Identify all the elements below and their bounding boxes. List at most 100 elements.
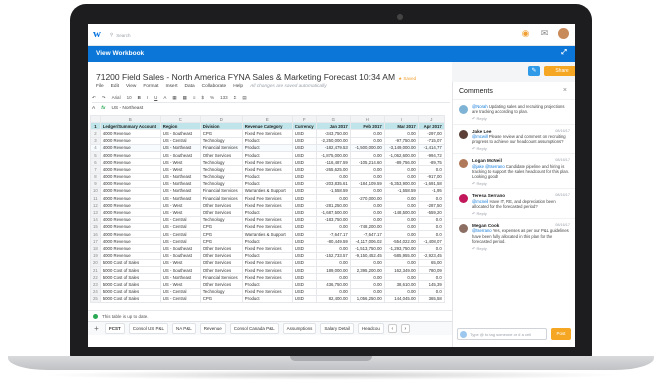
field-header-cell[interactable]: Revenue Category (241, 122, 293, 131)
table-cell[interactable]: Product (241, 179, 293, 188)
close-icon[interactable]: × (563, 87, 567, 94)
table-cell[interactable]: 780,09 (417, 265, 445, 275)
table-cell[interactable]: Fixed Fee Services (241, 215, 293, 224)
table-cell[interactable]: -1,500,000.00 (349, 143, 385, 152)
row-number[interactable]: 6 (90, 158, 101, 167)
reply-link[interactable]: ↶ Reply (472, 116, 570, 121)
document-title[interactable]: 71200 Field Sales - North America FYNA S… (96, 72, 416, 82)
table-cell[interactable]: 5000 Cost of Sales (99, 280, 161, 289)
commenter-avatar[interactable] (459, 105, 468, 114)
table-cell[interactable]: Fixed Fee Services (241, 244, 293, 253)
row-number[interactable]: 19 (90, 251, 101, 260)
table-cell[interactable]: US - Northeast (159, 179, 201, 188)
row-number[interactable]: 10 (90, 186, 101, 196)
column-letter[interactable]: D (199, 114, 243, 124)
workday-logo[interactable]: w (93, 28, 105, 41)
table-cell[interactable]: 365,58 (417, 294, 445, 303)
table-cell[interactable]: -1,687,500.00 (315, 208, 351, 217)
row-number[interactable]: 21 (90, 265, 101, 275)
table-cell[interactable]: Other Services (199, 251, 243, 260)
table-cell[interactable]: Product (241, 136, 293, 145)
table-cell[interactable]: Product (241, 143, 293, 152)
field-header-cell[interactable]: Jan 2017 (315, 122, 351, 131)
table-cell[interactable]: Fixed Fee Services (241, 194, 293, 203)
table-cell[interactable]: 4000 Revenue (99, 143, 161, 152)
reply-link[interactable]: ↶ Reply (472, 246, 570, 251)
font-select[interactable]: Arial (112, 95, 121, 100)
row-number[interactable]: 11 (90, 194, 101, 203)
table-cell[interactable]: Fixed Fee Services (241, 265, 293, 275)
zoom-select[interactable]: 133 (220, 95, 228, 100)
expand-icon[interactable]: ⤢ (561, 49, 567, 57)
table-cell[interactable]: US - West (159, 201, 201, 210)
table-cell[interactable]: 0.00 (349, 129, 385, 138)
table-cell[interactable]: USD (291, 172, 317, 181)
table-cell[interactable]: 4000 Revenue (99, 251, 161, 260)
table-cell[interactable]: Product (241, 208, 293, 217)
table-cell[interactable]: 0.00 (349, 215, 385, 224)
table-cell[interactable]: -281,250.00 (315, 201, 351, 210)
table-cell[interactable]: Technology (199, 287, 243, 296)
sheet-tab-consol-canada[interactable]: Consol Canada P&L (229, 323, 279, 334)
table-cell[interactable]: 0.00 (383, 201, 419, 210)
table-cell[interactable]: 4000 Revenue (99, 237, 161, 246)
formula-input[interactable]: US - Northeast (111, 106, 143, 111)
table-cell[interactable]: -182,479.53 (315, 143, 351, 152)
table-cell[interactable]: 145,39 (417, 280, 445, 289)
table-cell[interactable]: US - West (159, 280, 201, 289)
table-cell[interactable]: 4000 Revenue (99, 158, 161, 167)
table-cell[interactable]: US - Northeast (159, 273, 201, 282)
table-cell[interactable]: Other Services (199, 280, 243, 289)
table-cell[interactable]: -148,500.00 (383, 208, 419, 217)
sheet-tab-assumptions[interactable]: Assumptions (282, 323, 317, 334)
table-cell[interactable]: Technology (199, 165, 243, 174)
table-cell[interactable]: Technology (199, 172, 243, 181)
table-cell[interactable]: Product (241, 251, 293, 260)
text-color-icon[interactable]: A (163, 95, 166, 100)
sheet-tab-salary-detail[interactable]: Salary Detail (320, 323, 354, 334)
tab-scroll-right-icon[interactable]: › (400, 324, 410, 333)
table-cell[interactable]: -1,691,58 (417, 179, 445, 188)
percent-icon[interactable]: % (210, 95, 214, 100)
font-size-select[interactable]: 10 (127, 95, 132, 100)
table-cell[interactable]: Other Services (199, 201, 243, 210)
table-cell[interactable]: USD (291, 143, 317, 152)
table-cell[interactable]: Fixed Fee Services (241, 158, 293, 167)
table-cell[interactable]: Other Services (199, 244, 243, 253)
table-cell[interactable]: 4000 Revenue (99, 215, 161, 224)
table-cell[interactable]: CPG (199, 229, 243, 239)
table-cell[interactable]: -1,558.59 (315, 186, 351, 196)
field-header-cell[interactable]: Region (159, 122, 201, 131)
table-cell[interactable]: 4000 Revenue (99, 201, 161, 210)
row-number[interactable]: 16 (90, 229, 101, 239)
table-cell[interactable]: US - West (159, 158, 201, 167)
table-cell[interactable]: Product (241, 294, 293, 303)
table-cell[interactable]: 1,056,250.00 (349, 294, 385, 303)
table-cell[interactable]: -715,07 (417, 136, 445, 145)
table-cell[interactable]: Technology (199, 179, 243, 188)
table-cell[interactable]: -4,117,006.02 (349, 237, 385, 246)
table-cell[interactable]: US - Southeast (159, 244, 201, 253)
table-cell[interactable]: 0.00 (383, 229, 419, 239)
table-cell[interactable]: USD (291, 294, 317, 303)
row-number[interactable]: 14 (90, 215, 101, 224)
table-cell[interactable]: -585,955.00 (383, 251, 419, 260)
table-cell[interactable]: Product (241, 172, 293, 181)
table-cell[interactable]: -287,50 (417, 201, 445, 210)
table-cell[interactable]: USD (291, 215, 317, 224)
commenter-avatar[interactable] (459, 159, 468, 169)
bold-icon[interactable]: B (138, 95, 141, 100)
table-cell[interactable]: 0.00 (383, 258, 419, 267)
table-cell[interactable]: -7,647.17 (349, 229, 385, 239)
row-number[interactable]: 25 (90, 294, 101, 303)
underline-icon[interactable]: U (154, 95, 157, 100)
table-cell[interactable]: USD (291, 186, 317, 196)
add-sheet-button[interactable]: + (92, 324, 101, 333)
table-cell[interactable]: 4000 Revenue (99, 136, 161, 145)
menu-collaborate[interactable]: Collaborate (202, 84, 227, 89)
column-letter[interactable]: I (383, 114, 419, 124)
table-cell[interactable]: Technology (199, 215, 243, 224)
table-cell[interactable]: -2,250,000.00 (315, 136, 351, 145)
table-cell[interactable]: US - Northeast (159, 172, 201, 181)
table-cell[interactable]: Financial Services (199, 186, 243, 196)
